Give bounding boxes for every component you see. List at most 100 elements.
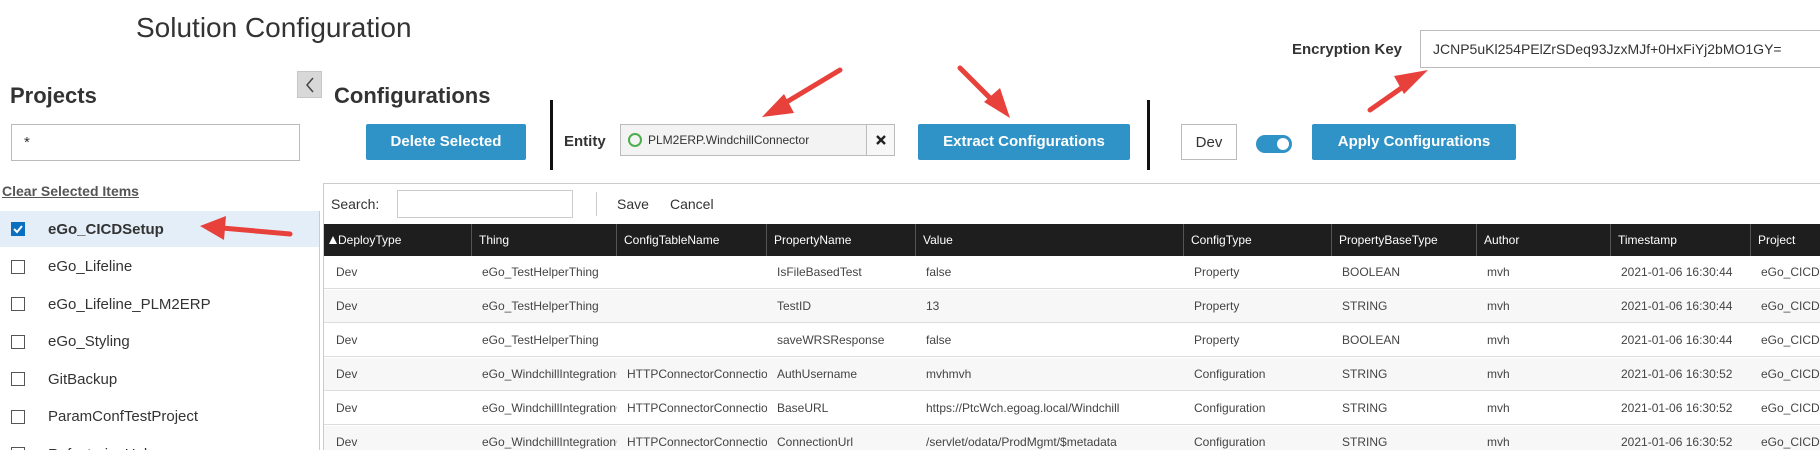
table-cell: mvh [1487, 333, 1510, 347]
table-cell: mvh [1487, 265, 1510, 279]
column-header[interactable]: Timestamp [1611, 224, 1751, 256]
column-header[interactable]: Thing [472, 224, 617, 256]
table-cell: BaseURL [777, 401, 829, 415]
table-cell: TestID [777, 299, 812, 313]
table-row[interactable]: Dev eGo_WindchillIntegrationConnector HTTP… [324, 358, 1820, 391]
table-row[interactable]: Dev eGo_WindchillIntegrationConnector HTTP… [324, 392, 1820, 425]
search-input[interactable] [397, 190, 573, 218]
table-cell: mvh [1487, 435, 1510, 449]
table-cell: eGo_WindchillIntegrationConnector [482, 435, 617, 449]
table-cell: BOOLEAN [1342, 265, 1401, 279]
collapse-panel-button[interactable] [297, 71, 322, 98]
toolbar-divider [1147, 100, 1150, 170]
table-cell: Property [1194, 299, 1240, 313]
table-cell: 2021-01-06 16:30:44 [1621, 265, 1733, 279]
project-item[interactable]: ParamConfTestProject [0, 399, 319, 435]
encryption-key-input[interactable] [1420, 30, 1820, 68]
table-row[interactable]: Dev eGo_TestHelperThing saveWRSResponse fal… [324, 324, 1820, 357]
table-cell: eGo_CICDSetup [1761, 367, 1820, 381]
checkmark-icon [13, 225, 23, 234]
column-header[interactable]: Project [1751, 224, 1820, 256]
arrow-to-encryption-key [1367, 70, 1428, 113]
table-cell: eGo_CICDSetup [1761, 299, 1820, 313]
project-item[interactable]: eGo_CICDSetup [0, 211, 319, 247]
project-item[interactable]: GitBackup [0, 361, 319, 397]
project-label: GitBackup [48, 370, 118, 388]
table-cell: 2021-01-06 16:30:44 [1621, 299, 1733, 313]
delete-selected-button[interactable]: Delete Selected [366, 124, 526, 160]
apply-configurations-button[interactable]: Apply Configurations [1312, 124, 1516, 160]
table-cell: saveWRSResponse [777, 333, 885, 347]
table-row[interactable]: Dev eGo_WindchillIntegrationConnector HTTP… [324, 426, 1820, 450]
project-item[interactable]: eGo_Lifeline [0, 249, 319, 285]
column-header[interactable]: Author [1477, 224, 1611, 256]
table-cell: 2021-01-06 16:30:44 [1621, 333, 1733, 347]
project-item[interactable]: eGo_Styling [0, 324, 319, 360]
project-checkbox[interactable] [11, 409, 25, 424]
table-cell [617, 256, 767, 289]
toolbar-divider [550, 100, 553, 170]
table-cell: HTTPConnectorConnection [627, 367, 767, 381]
page-title: Solution Configuration [136, 12, 412, 43]
table-row[interactable]: Dev eGo_TestHelperThing IsFileBasedTest fal… [324, 256, 1820, 289]
environment-field[interactable]: Dev [1181, 124, 1237, 160]
project-item[interactable]: eGo_Lifeline_PLM2ERP [0, 286, 319, 322]
table-cell: 2021-01-06 16:30:52 [1621, 435, 1733, 449]
environment-toggle[interactable] [1256, 135, 1292, 153]
table-cell: mvh [1487, 367, 1510, 381]
column-header[interactable]: ConfigTableName [617, 224, 767, 256]
entity-clear-button[interactable] [866, 125, 894, 155]
project-filter-input[interactable] [11, 124, 300, 161]
table-cell: false [926, 333, 952, 347]
project-checkbox[interactable] [11, 222, 25, 236]
table-cell: /servlet/odata/ProdMgmt/$metadata [926, 435, 1117, 449]
project-label: RefactoringHelper [48, 446, 169, 450]
encryption-key-label: Encryption Key [1292, 41, 1403, 58]
project-item[interactable]: RefactoringHelper [0, 436, 319, 450]
table-cell: Dev [336, 333, 358, 347]
table-cell: eGo_CICDSetup [1761, 265, 1820, 279]
thing-shape-icon [628, 133, 642, 147]
column-header[interactable]: Value [916, 224, 1184, 256]
project-checkbox[interactable] [11, 372, 25, 386]
entity-picker[interactable]: PLM2ERP.WindchillConnector [620, 124, 895, 156]
configurations-title: Configurations [334, 83, 491, 108]
table-cell: STRING [1342, 299, 1388, 313]
toggle-knob [1277, 138, 1289, 150]
table-row[interactable]: Dev eGo_TestHelperThing TestID 13 Property ST… [324, 290, 1820, 323]
projects-title: Projects [10, 83, 97, 108]
table-cell [617, 290, 767, 323]
table-cell: eGo_WindchillIntegrationConnector [482, 367, 617, 381]
project-checkbox[interactable] [11, 334, 25, 349]
table-cell: Configuration [1194, 435, 1266, 449]
grid-header: DeployType Thing ConfigTableName PropertyNa… [324, 224, 1820, 256]
table-cell: false [926, 265, 952, 279]
table-cell: eGo_TestHelperThing [482, 299, 599, 313]
table-cell: Dev [336, 401, 358, 415]
sort-asc-icon [329, 236, 337, 244]
save-button[interactable]: Save [617, 196, 649, 212]
table-cell: STRING [1342, 367, 1388, 381]
table-cell: HTTPConnectorConnection [627, 401, 767, 415]
table-cell: 13 [926, 299, 940, 313]
project-checkbox[interactable] [11, 259, 25, 274]
table-cell: mvhmvh [926, 367, 972, 381]
configuration-grid: Search: Save Cancel DeployType Thing Confi… [323, 183, 1820, 450]
column-header[interactable]: ConfigType [1184, 224, 1332, 256]
column-header[interactable]: DeployType [324, 224, 472, 256]
arrow-to-extract [957, 65, 1010, 118]
table-cell: Dev [336, 265, 358, 279]
project-list: eGo_CICDSetup eGo_Lifeline eGo_Lifeline_PL… [0, 211, 320, 450]
cancel-button[interactable]: Cancel [670, 196, 714, 212]
close-icon [875, 135, 886, 145]
extract-configurations-button[interactable]: Extract Configurations [918, 124, 1130, 160]
project-checkbox[interactable] [11, 297, 25, 311]
project-label: ParamConfTestProject [48, 408, 199, 425]
project-label: eGo_CICDSetup [48, 220, 164, 238]
table-cell: 2021-01-06 16:30:52 [1621, 367, 1733, 381]
table-cell: Dev [336, 299, 358, 313]
clear-selected-items-link[interactable]: Clear Selected Items [2, 183, 139, 199]
table-cell: eGo_CICDSetup [1761, 401, 1820, 415]
column-header[interactable]: PropertyName [767, 224, 916, 256]
column-header[interactable]: PropertyBaseType [1332, 224, 1477, 256]
